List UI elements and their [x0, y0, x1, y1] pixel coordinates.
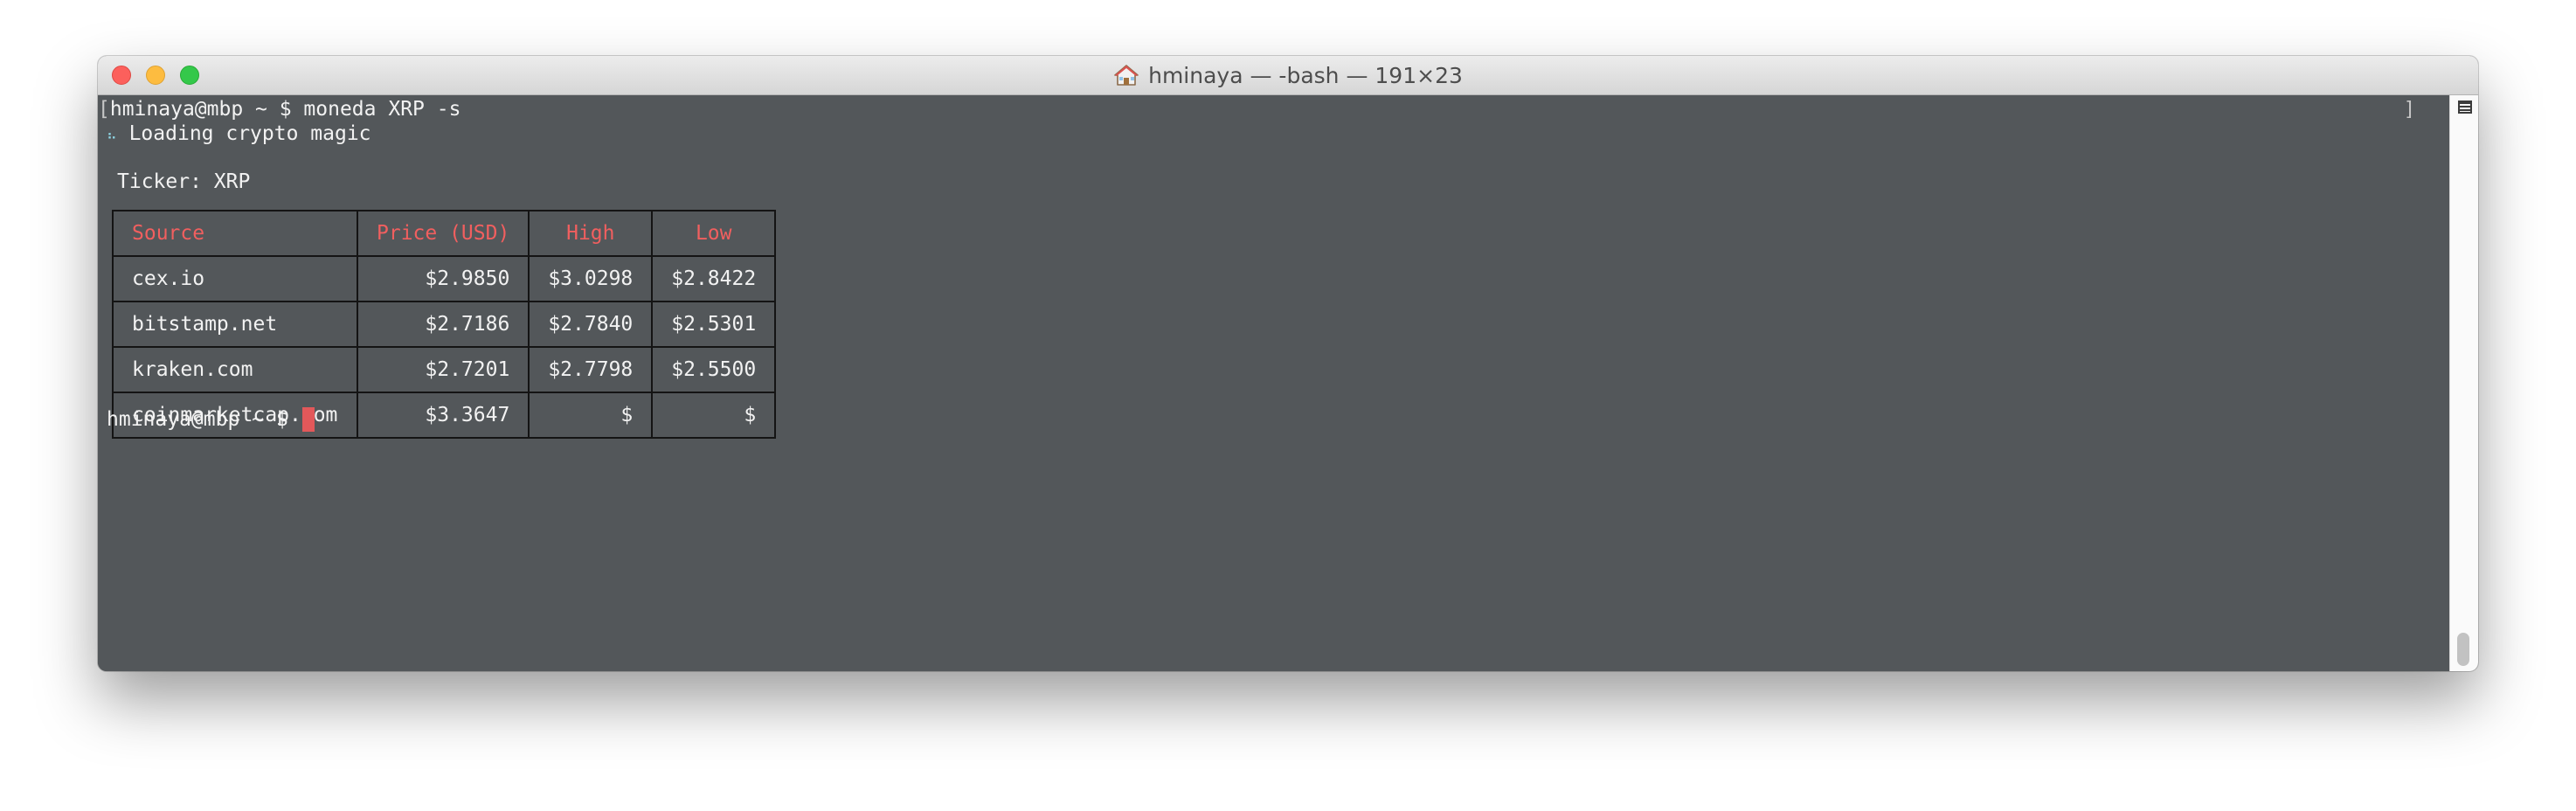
scroll-thumb[interactable]	[2457, 633, 2469, 666]
loading-line: ⠦ Loading crypto magic	[107, 121, 371, 148]
window-title: hminaya — -bash — 191×23	[1148, 62, 1463, 88]
right-bracket: ]	[2403, 99, 2415, 121]
high-cell: $2.7798	[528, 346, 654, 393]
price-cell: $3.3647	[356, 392, 530, 439]
command-line: [hminaya@mbp ~ $ moneda XRP -s	[98, 97, 460, 121]
command-prompt: hminaya@mbp ~ $	[109, 98, 304, 121]
loading-text: Loading crypto magic	[128, 122, 371, 145]
terminal-content[interactable]: [hminaya@mbp ~ $ moneda XRP -s ⠦ Loading…	[98, 95, 2450, 671]
title-bar[interactable]: hminaya — -bash — 191×23	[98, 56, 2478, 95]
high-cell: $3.0298	[528, 255, 654, 302]
home-icon	[1113, 64, 1139, 87]
header-low: Low	[651, 210, 777, 257]
price-cell: $2.9850	[356, 255, 530, 302]
ticker-label: Ticker: XRP	[117, 170, 251, 193]
terminal-window: hminaya — -bash — 191×23 [hminaya@mbp ~ …	[98, 56, 2478, 671]
table-header-row: Source Price (USD) High Low	[112, 210, 777, 257]
low-cell: $	[651, 392, 777, 439]
prompt-line: hminaya@mbp ~ $	[107, 407, 315, 432]
source-cell: bitstamp.net	[112, 301, 358, 348]
low-cell: $2.5500	[651, 346, 777, 393]
table-row: cex.io $2.9850 $3.0298 $2.8422	[112, 255, 777, 302]
table-row: kraken.com $2.7201 $2.7798 $2.5500	[112, 346, 777, 393]
low-cell: $2.8422	[651, 255, 777, 302]
high-cell: $	[528, 392, 654, 439]
table-row: bitstamp.net $2.7186 $2.7840 $2.5301	[112, 301, 777, 348]
left-bracket: [	[98, 98, 110, 121]
vertical-scrollbar[interactable]	[2449, 95, 2478, 671]
text-cursor	[301, 407, 315, 432]
high-cell: $2.7840	[528, 301, 654, 348]
source-cell: cex.io	[112, 255, 358, 302]
header-price: Price (USD)	[356, 210, 530, 257]
low-cell: $2.5301	[651, 301, 777, 348]
final-prompt: hminaya@mbp ~ $	[107, 408, 301, 431]
command-text: moneda XRP -s	[303, 98, 461, 121]
price-cell: $2.7186	[356, 301, 530, 348]
header-high: High	[528, 210, 654, 257]
window-title-area: hminaya — -bash — 191×23	[98, 56, 2478, 94]
spinner-icon: ⠦	[107, 127, 117, 143]
price-cell: $2.7201	[356, 346, 530, 393]
header-source: Source	[112, 210, 358, 257]
source-cell: kraken.com	[112, 346, 358, 393]
price-table: Source Price (USD) High Low cex.io $2.98…	[112, 210, 777, 439]
mark-list-icon[interactable]	[2458, 101, 2472, 114]
